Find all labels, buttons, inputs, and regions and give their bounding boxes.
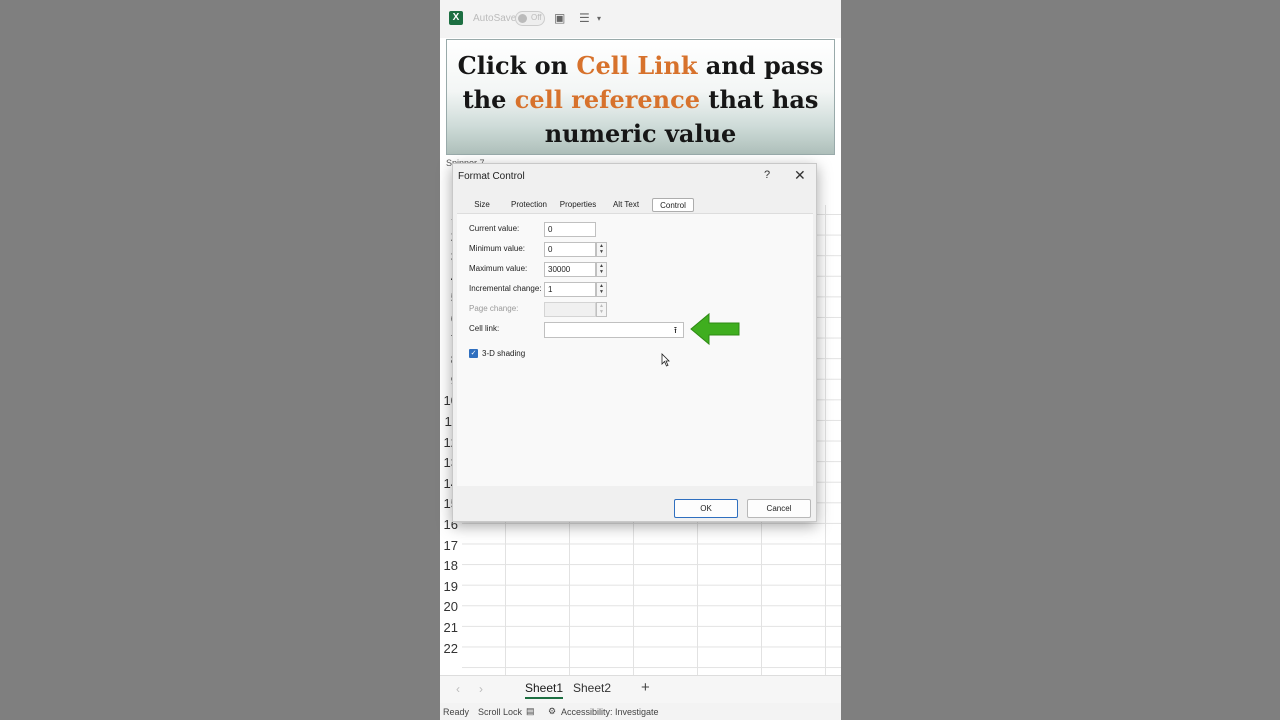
format-control-dialog: Format Control ? ✕ Size Protection Prope…: [452, 163, 817, 522]
control-panel: Current value: 0 Minimum value: 0 ▲ ▼ Max…: [457, 213, 813, 486]
prev-sheet-icon[interactable]: ‹: [456, 682, 460, 696]
tab-size[interactable]: Size: [471, 198, 493, 212]
autosave-toggle[interactable]: Off: [515, 11, 545, 26]
instruction-banner: Click on Cell Link and pass the cell ref…: [446, 39, 835, 155]
minimum-value-spinner[interactable]: ▲ ▼: [596, 242, 607, 257]
cancel-button[interactable]: Cancel: [747, 499, 811, 518]
row-number[interactable]: 21: [440, 617, 462, 638]
banner-line-3: numeric value: [544, 119, 737, 148]
tab-protection[interactable]: Protection: [509, 198, 549, 212]
banner-text: and pass: [697, 51, 824, 80]
help-icon[interactable]: ?: [764, 169, 770, 181]
status-scroll-lock: Scroll Lock: [478, 707, 523, 717]
dialog-title: Format Control: [458, 171, 525, 182]
autosave-label: AutoSave: [473, 13, 517, 24]
tab-properties[interactable]: Properties: [558, 198, 598, 212]
page-change-label: Page change:: [469, 304, 519, 313]
banner-text: Click on: [457, 51, 577, 80]
macro-icon[interactable]: ▤: [526, 706, 535, 717]
align-icon[interactable]: ☰: [579, 11, 590, 25]
row-number[interactable]: 19: [440, 576, 462, 597]
banner-text: that has: [700, 85, 819, 114]
current-value-input[interactable]: 0: [544, 222, 596, 237]
current-value-label: Current value:: [469, 224, 520, 233]
cell-link-label: Cell link:: [469, 324, 500, 333]
3d-shading-label[interactable]: 3-D shading: [482, 349, 525, 358]
status-bar: Ready Scroll Lock ▤ ⚙ Accessibility: Inv…: [440, 703, 841, 720]
3d-shading-checkbox[interactable]: ✓: [469, 349, 478, 358]
toggle-knob: [518, 14, 527, 23]
banner-highlight: cell reference: [514, 85, 700, 114]
status-ready: Ready: [443, 707, 470, 717]
row-number[interactable]: 20: [440, 596, 462, 617]
incremental-change-spinner[interactable]: ▲ ▼: [596, 282, 607, 297]
tab-sheet1[interactable]: Sheet1: [525, 681, 564, 699]
tab-sheet2[interactable]: Sheet2: [573, 681, 611, 695]
banner-line-2: the cell reference that has: [447, 83, 834, 117]
tab-alt-text[interactable]: Alt Text: [611, 198, 641, 212]
excel-logo-icon: X: [449, 11, 463, 25]
collapse-dialog-icon[interactable]: ⭱: [670, 324, 681, 336]
spin-down-icon: ▼: [599, 309, 604, 315]
incremental-change-input[interactable]: 1: [544, 282, 596, 297]
next-sheet-icon[interactable]: ›: [479, 682, 483, 696]
spin-down-icon[interactable]: ▼: [597, 289, 606, 295]
sheet-tab-bar: ‹ › Sheet1 Sheet2 +: [440, 675, 841, 703]
save-icon[interactable]: ▣: [554, 11, 565, 25]
ok-button[interactable]: OK: [674, 499, 738, 518]
minimum-value-label: Minimum value:: [469, 244, 526, 253]
add-sheet-icon[interactable]: +: [641, 679, 650, 696]
accessibility-icon[interactable]: ⚙: [548, 706, 556, 717]
row-number[interactable]: 22: [440, 638, 462, 659]
minimum-value-input[interactable]: 0: [544, 242, 596, 257]
banner-line-1: Click on Cell Link and pass: [447, 49, 834, 83]
incremental-change-label: Incremental change:: [469, 284, 542, 293]
close-icon[interactable]: ✕: [794, 167, 806, 184]
row-number[interactable]: 17: [440, 535, 462, 556]
banner-text: the: [462, 85, 515, 114]
maximum-value-spinner[interactable]: ▲ ▼: [596, 262, 607, 277]
chevron-down-icon[interactable]: ▾: [597, 14, 601, 23]
autosave-state: Off: [531, 13, 542, 22]
page-change-spinner: ▲ ▼: [596, 302, 607, 317]
banner-highlight: Cell Link: [576, 51, 698, 80]
spin-down-icon[interactable]: ▼: [597, 249, 606, 255]
maximum-value-label: Maximum value:: [469, 264, 528, 273]
page-change-input: [544, 302, 596, 317]
status-accessibility[interactable]: Accessibility: Investigate: [561, 707, 659, 717]
row-number[interactable]: 18: [440, 555, 462, 576]
tab-control[interactable]: Control: [652, 198, 694, 212]
cell-link-input[interactable]: ⭱: [544, 322, 684, 338]
green-arrow-icon: [690, 312, 740, 346]
mouse-cursor-icon: [661, 353, 670, 367]
maximum-value-input[interactable]: 30000: [544, 262, 596, 277]
title-bar: X AutoSave Off ▣ ☰ ▾: [440, 0, 841, 38]
spin-down-icon[interactable]: ▼: [597, 269, 606, 275]
